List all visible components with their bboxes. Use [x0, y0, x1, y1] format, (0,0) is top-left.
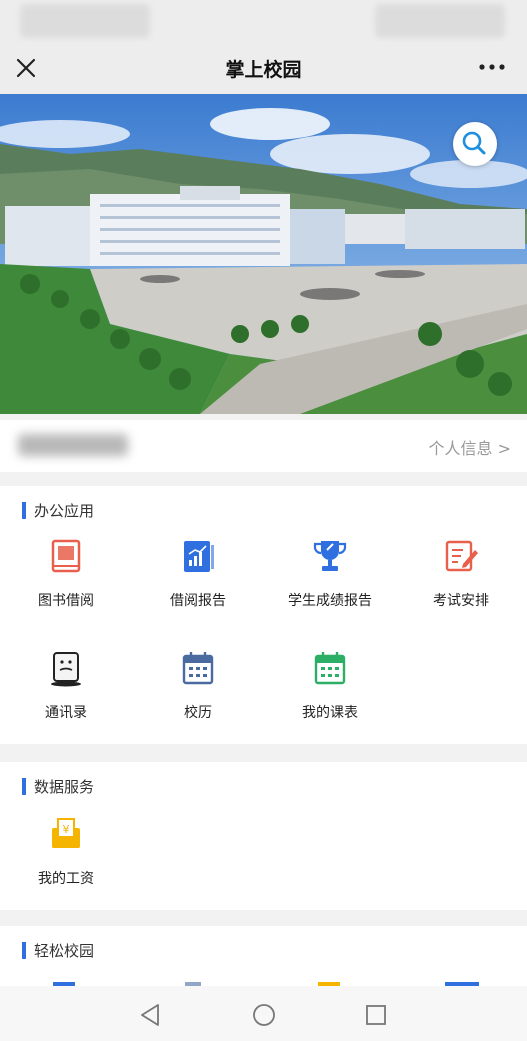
section-accent-bar: [22, 941, 26, 959]
app-library-borrow[interactable]: 图书借阅: [0, 536, 132, 636]
user-name-redacted: [18, 434, 128, 456]
report-chart-icon: [178, 536, 218, 576]
system-nav-bar: [0, 986, 527, 1041]
section-header: 办公应用: [22, 500, 94, 520]
status-bar: [0, 0, 527, 42]
status-right-blur: [375, 4, 505, 38]
app-label: 我的工资: [38, 871, 94, 887]
back-triangle-icon[interactable]: [138, 1002, 164, 1028]
home-circle-icon[interactable]: [251, 1002, 277, 1028]
app-student-score-report[interactable]: 学生成绩报告: [264, 536, 396, 636]
app-label: 校历: [184, 705, 212, 721]
app-label: 通讯录: [45, 705, 87, 721]
section-title: 办公应用: [34, 501, 95, 520]
app-label: 学生成绩报告: [288, 593, 372, 609]
app-contacts[interactable]: 通讯录: [0, 648, 132, 748]
section-data-services: 数据服务 ¥ 我的工资: [0, 762, 527, 910]
section-easy-campus: 轻松校园: [0, 926, 527, 986]
app-borrow-report[interactable]: 借阅报告: [132, 536, 264, 636]
recents-square-icon[interactable]: [363, 1002, 389, 1028]
more-dots-icon[interactable]: [477, 55, 507, 79]
search-icon[interactable]: [453, 122, 497, 166]
app-label: 我的课表: [302, 705, 358, 721]
personal-info-link[interactable]: 个人信息 >: [429, 435, 512, 459]
svg-text:¥: ¥: [63, 823, 70, 836]
section-title: 轻松校园: [34, 941, 95, 960]
app-label: 借阅报告: [170, 593, 226, 609]
nav-bar: 掌上校园: [0, 42, 527, 94]
app-my-timetable[interactable]: 我的课表: [264, 648, 396, 748]
section-header: 轻松校园: [22, 940, 94, 960]
timetable-icon: [310, 648, 350, 688]
status-left-blur: [20, 4, 150, 38]
app-exam-schedule[interactable]: 考试安排: [395, 536, 527, 636]
calendar-icon: [178, 648, 218, 688]
campus-banner-image: [0, 94, 527, 414]
section-accent-bar: [22, 777, 26, 795]
section-header: 数据服务: [22, 776, 94, 796]
page-title: 掌上校园: [225, 59, 302, 81]
trophy-icon: [310, 536, 350, 576]
contacts-icon: [46, 648, 86, 688]
section-office-apps: 办公应用 图书借阅 借阅报告 学生成绩报告 考试安排 通讯录 校历 我的课表: [0, 486, 527, 744]
app-label: 考试安排: [433, 593, 489, 609]
book-icon: [46, 536, 86, 576]
section-title: 数据服务: [34, 777, 95, 796]
section-accent-bar: [22, 501, 26, 519]
app-label: 图书借阅: [38, 593, 94, 609]
user-info-row[interactable]: 个人信息 >: [0, 420, 527, 472]
salary-icon: ¥: [46, 814, 86, 854]
app-my-salary[interactable]: ¥ 我的工资: [0, 814, 132, 914]
app-school-calendar[interactable]: 校历: [132, 648, 264, 748]
exam-edit-icon: [441, 536, 481, 576]
